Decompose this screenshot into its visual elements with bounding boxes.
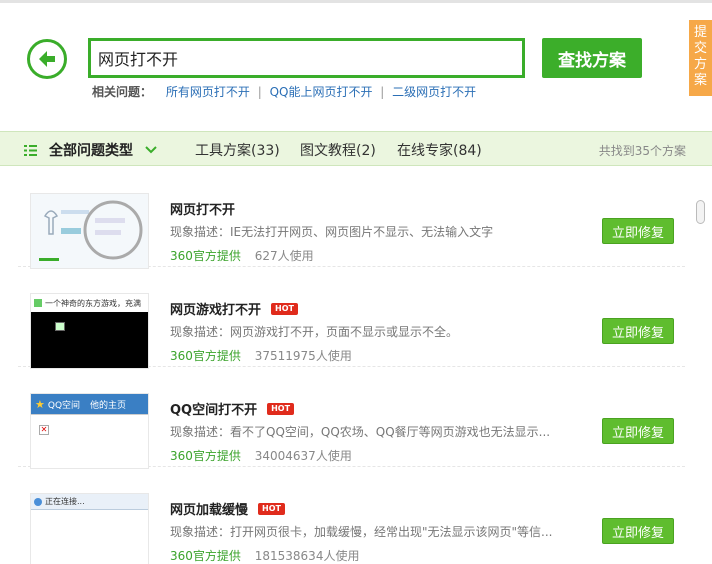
qzone-label: QQ空间 bbox=[47, 400, 81, 411]
chevron-down-icon bbox=[145, 146, 157, 154]
hot-badge: HOT bbox=[267, 402, 295, 415]
result-title[interactable]: 网页游戏打不开 HOT bbox=[170, 299, 298, 318]
list-icon bbox=[24, 144, 37, 156]
result-title-text: QQ空间打不开 bbox=[170, 403, 258, 418]
fix-now-button[interactable]: 立即修复 bbox=[602, 318, 674, 344]
result-description: 现象描述：网页游戏打不开，页面不显示或显示不全。 bbox=[170, 325, 459, 339]
result-description: 现象描述：IE无法打开网页、网页图片不显示、无法输入文字 bbox=[170, 225, 494, 239]
thumbnail-image bbox=[30, 193, 149, 269]
result-description: 现象描述：打开网页很卡，加载缓慢，经常出现"无法显示该网页"等信... bbox=[170, 525, 553, 539]
result-uses: 34004637人使用 bbox=[254, 449, 352, 463]
qzone-header: ★ QQ空间 他的主页 bbox=[31, 394, 148, 414]
thumb-header: 正在连接... bbox=[31, 494, 148, 510]
related-separator: | bbox=[380, 85, 385, 99]
qzone-home-label: 他的主页 bbox=[90, 400, 127, 411]
result-title-text: 网页游戏打不开 bbox=[170, 303, 262, 318]
result-description: 现象描述：看不了QQ空间，QQ农场、QQ餐厅等网页游戏也无法显示... bbox=[170, 425, 551, 439]
fix-now-button[interactable]: 立即修复 bbox=[602, 418, 674, 444]
list-item: 正在连接... 网页加载缓慢 HOT 现象描述：打开网页很卡，加载缓慢，经常出现… bbox=[18, 467, 685, 564]
list-item: ★ QQ空间 他的主页 ✕ QQ空间打不开 HOT 现象描述：看不了QQ空间，Q… bbox=[18, 367, 685, 469]
result-meta: 360官方提供 181538634人使用 bbox=[170, 547, 359, 564]
result-source: 360官方提供 bbox=[170, 249, 241, 263]
black-page-area bbox=[31, 312, 148, 368]
list-item: 网页打不开 现象描述：IE无法打开网页、网页图片不显示、无法输入文字 360官方… bbox=[18, 167, 685, 269]
result-title-text: 网页打不开 bbox=[170, 203, 236, 218]
thumbnail-image: ★ QQ空间 他的主页 ✕ bbox=[30, 393, 149, 469]
fix-now-button[interactable]: 立即修复 bbox=[602, 218, 674, 244]
blank-page-area bbox=[31, 510, 148, 564]
thumbnail-image: 一个神奇的东方游戏，充满 bbox=[30, 293, 149, 369]
ie-screenshot-image bbox=[31, 194, 148, 268]
result-title-text: 网页加载缓慢 bbox=[170, 503, 249, 518]
hot-badge: HOT bbox=[271, 302, 298, 315]
thumb-text: 正在连接... bbox=[45, 497, 85, 506]
search-button[interactable]: 查找方案 bbox=[542, 38, 642, 78]
result-meta: 360官方提供 34004637人使用 bbox=[170, 447, 352, 464]
result-meta: 360官方提供 627人使用 bbox=[170, 247, 314, 264]
result-uses: 181538634人使用 bbox=[254, 549, 360, 563]
list-item: 一个神奇的东方游戏，充满 网页游戏打不开 HOT 现象描述：网页游戏打不开，页面… bbox=[18, 267, 685, 369]
search-input[interactable] bbox=[91, 41, 522, 75]
broken-page-area: ✕ bbox=[31, 414, 148, 468]
back-button[interactable] bbox=[27, 39, 67, 79]
tab-online-experts[interactable]: 在线专家(84) bbox=[397, 140, 482, 160]
star-icon: ★ bbox=[35, 397, 45, 411]
result-source: 360官方提供 bbox=[170, 349, 241, 363]
result-title[interactable]: QQ空间打不开 HOT bbox=[170, 399, 295, 418]
result-uses: 37511975人使用 bbox=[254, 349, 352, 363]
broken-image-icon: ✕ bbox=[39, 425, 49, 435]
result-uses: 627人使用 bbox=[254, 249, 314, 263]
scrollbar[interactable] bbox=[696, 196, 706, 564]
thumb-text: 一个神奇的东方游戏，充满 bbox=[45, 298, 141, 308]
page-icon bbox=[34, 299, 42, 307]
result-source: 360官方提供 bbox=[170, 449, 241, 463]
back-arrow-icon bbox=[39, 51, 55, 67]
related-link-all-pages[interactable]: 所有网页打不开 bbox=[166, 85, 250, 99]
related-label: 相关问题： bbox=[92, 85, 153, 99]
results-list: 网页打不开 现象描述：IE无法打开网页、网页图片不显示、无法输入文字 360官方… bbox=[0, 167, 695, 564]
result-meta: 360官方提供 37511975人使用 bbox=[170, 347, 352, 364]
hot-badge: HOT bbox=[258, 502, 285, 515]
broken-plugin-icon bbox=[55, 322, 65, 331]
ie-icon bbox=[34, 497, 42, 506]
top-border bbox=[0, 0, 712, 3]
related-separator: | bbox=[257, 85, 262, 99]
result-count: 共找到35个方案 bbox=[598, 144, 686, 158]
tab-tool-solutions[interactable]: 工具方案(33) bbox=[195, 140, 280, 160]
related-questions: 相关问题： 所有网页打不开 | QQ能上网页打不开 | 二级网页打不开 bbox=[92, 83, 476, 100]
fix-now-button[interactable]: 立即修复 bbox=[602, 518, 674, 544]
search-box[interactable] bbox=[88, 38, 525, 78]
tab-tutorials[interactable]: 图文教程(2) bbox=[300, 140, 376, 160]
related-link-secondary-pages[interactable]: 二级网页打不开 bbox=[392, 85, 476, 99]
submit-solution-tab[interactable]: 提交方案 bbox=[689, 20, 712, 96]
tab-all-types[interactable]: 全部问题类型 bbox=[24, 140, 157, 160]
result-source: 360官方提供 bbox=[170, 549, 241, 563]
category-tabbar: 全部问题类型 工具方案(33) 图文教程(2) 在线专家(84) 共找到35个方… bbox=[0, 131, 712, 166]
thumbnail-image: 正在连接... bbox=[30, 493, 149, 564]
scrollbar-thumb[interactable] bbox=[696, 200, 705, 224]
related-link-qq-pages[interactable]: QQ能上网页打不开 bbox=[270, 85, 373, 99]
result-title[interactable]: 网页打不开 bbox=[170, 199, 235, 218]
thumb-header: 一个神奇的东方游戏，充满 bbox=[31, 294, 148, 312]
result-title[interactable]: 网页加载缓慢 HOT bbox=[170, 499, 285, 518]
tab-all-label: 全部问题类型 bbox=[49, 143, 133, 159]
